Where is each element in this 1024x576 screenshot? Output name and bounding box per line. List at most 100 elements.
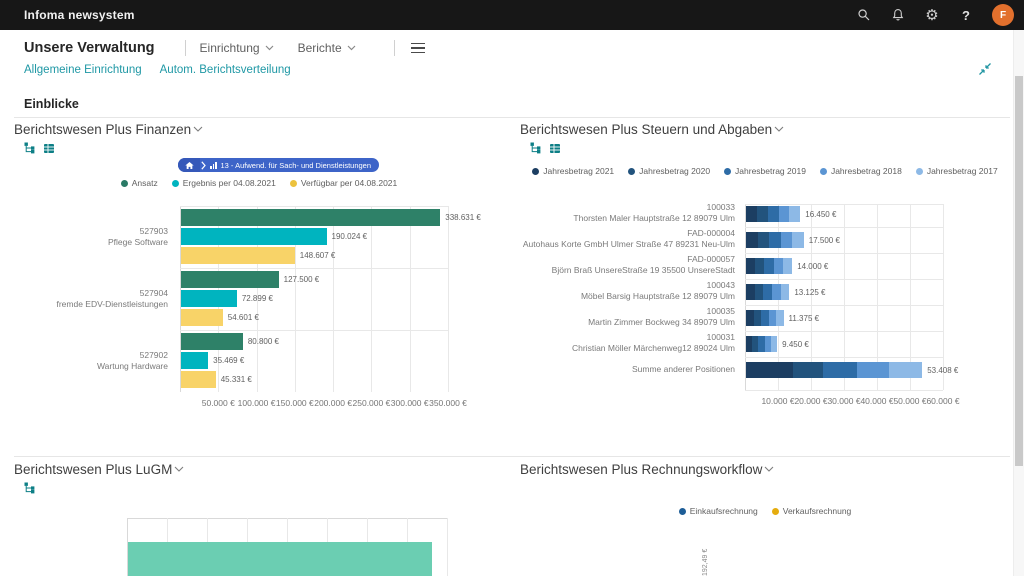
panel-title-finanzen[interactable]: Berichtswesen Plus Finanzen: [14, 122, 504, 137]
bar-segment[interactable]: [772, 284, 781, 300]
bar-segment[interactable]: [769, 232, 781, 248]
app-window: Infoma newsystem ⚙ ? F Unsere Verwaltung…: [0, 0, 1024, 576]
x-tick-label: 100.000 €: [238, 398, 276, 408]
bar-segment[interactable]: [776, 310, 784, 326]
app-title: Infoma newsystem: [24, 8, 135, 22]
bar-segment[interactable]: [789, 206, 800, 222]
bar-segment[interactable]: [823, 362, 857, 378]
chevron-down-icon: [265, 45, 274, 51]
bar[interactable]: [181, 371, 216, 388]
link-autom-berichtsverteilung[interactable]: Autom. Berichtsverteilung: [160, 64, 291, 76]
bar-segment[interactable]: [754, 310, 762, 326]
bar-segment[interactable]: [746, 258, 755, 274]
row-separator: [745, 331, 943, 332]
legend-item[interactable]: Jahresbetrag 2020: [628, 166, 710, 176]
stacked-bar[interactable]: [746, 310, 784, 326]
panel-title-steuern[interactable]: Berichtswesen Plus Steuern und Abgaben: [520, 122, 1010, 137]
bar[interactable]: [181, 247, 295, 264]
legend-item[interactable]: Verfügbar per 04.08.2021: [290, 178, 397, 188]
bar[interactable]: [181, 309, 223, 326]
bar-segment[interactable]: [771, 336, 777, 352]
legend-item[interactable]: Ansatz: [121, 178, 158, 188]
value-label: 338.631 €: [445, 213, 481, 222]
help-icon[interactable]: ?: [958, 7, 974, 23]
stacked-bar[interactable]: [746, 362, 922, 378]
legend-dot: [290, 180, 297, 187]
panel-title-rechnungsworkflow[interactable]: Berichtswesen Plus Rechnungsworkflow: [520, 462, 1010, 477]
bar-segment[interactable]: [746, 232, 758, 248]
plot-top-line: [180, 206, 448, 207]
hierarchy-icon[interactable]: [24, 142, 36, 154]
settings-gear-icon[interactable]: ⚙: [924, 7, 940, 23]
bar[interactable]: [181, 271, 279, 288]
bar-segment[interactable]: [757, 206, 768, 222]
gridline: [371, 206, 372, 392]
nav-root-title[interactable]: Unsere Verwaltung: [24, 40, 155, 56]
bar-segment[interactable]: [763, 284, 772, 300]
bar[interactable]: [181, 333, 243, 350]
bar[interactable]: [128, 542, 432, 576]
legend-dot: [532, 168, 539, 175]
bar-segment[interactable]: [857, 362, 890, 378]
bar[interactable]: [181, 228, 327, 245]
bar[interactable]: [181, 209, 440, 226]
vertical-scrollbar[interactable]: [1013, 30, 1024, 576]
topbar: Infoma newsystem ⚙ ? F: [0, 0, 1024, 30]
bar-segment[interactable]: [781, 284, 790, 300]
home-icon[interactable]: [178, 158, 200, 172]
report-table-icon[interactable]: [43, 142, 55, 154]
bar-segment[interactable]: [755, 284, 764, 300]
notifications-icon[interactable]: [890, 7, 906, 23]
bar-segment[interactable]: [746, 284, 755, 300]
scrollbar-thumb[interactable]: [1015, 76, 1023, 466]
link-allgemeine-einrichtung[interactable]: Allgemeine Einrichtung: [24, 64, 142, 76]
bar-segment[interactable]: [769, 310, 777, 326]
bar[interactable]: [181, 290, 237, 307]
legend-label: Verfügbar per 04.08.2021: [301, 178, 397, 188]
category-label: 527903Pflege Software: [14, 206, 168, 268]
hierarchy-icon[interactable]: [530, 142, 542, 154]
value-label: 190.024 €: [332, 232, 368, 241]
bar-segment[interactable]: [793, 362, 823, 378]
bar-segment[interactable]: [764, 258, 773, 274]
legend-item[interactable]: Jahresbetrag 2017: [916, 166, 998, 176]
category-label: 100043Möbel Barsig Hauptstraße 12 89079 …: [520, 278, 735, 304]
legend-item[interactable]: Jahresbetrag 2021: [532, 166, 614, 176]
chart-breadcrumb[interactable]: 13 - Aufwend. für Sach- und Dienstleistu…: [178, 158, 379, 172]
panel-title-lugm[interactable]: Berichtswesen Plus LuGM: [14, 462, 504, 477]
stacked-bar[interactable]: [746, 336, 777, 352]
legend-item[interactable]: Ergebnis per 04.08.2021: [172, 178, 276, 188]
bar-segment[interactable]: [755, 258, 764, 274]
stacked-bar[interactable]: [746, 284, 789, 300]
legend-item[interactable]: Verkaufsrechnung: [772, 506, 852, 516]
stacked-bar[interactable]: [746, 232, 804, 248]
bar-segment[interactable]: [758, 232, 770, 248]
report-table-icon[interactable]: [549, 142, 561, 154]
bar-segment[interactable]: [889, 362, 922, 378]
collapse-arrows-icon[interactable]: [978, 62, 992, 81]
bar-segment[interactable]: [746, 310, 754, 326]
search-icon[interactable]: [856, 7, 872, 23]
stacked-bar[interactable]: [746, 258, 792, 274]
total-label: 17.500 €: [809, 236, 840, 245]
bar-segment[interactable]: [746, 206, 757, 222]
bar-segment[interactable]: [783, 258, 792, 274]
legend-item[interactable]: Jahresbetrag 2019: [724, 166, 806, 176]
user-avatar[interactable]: F: [992, 4, 1014, 26]
more-menu-icon[interactable]: [411, 43, 425, 54]
stacked-bar[interactable]: [746, 206, 800, 222]
bar-segment[interactable]: [768, 206, 779, 222]
legend-item[interactable]: Jahresbetrag 2018: [820, 166, 902, 176]
hierarchy-icon[interactable]: [24, 482, 36, 494]
bar-segment[interactable]: [746, 362, 793, 378]
nav-menu-berichte[interactable]: Berichte: [298, 41, 356, 55]
bar-segment[interactable]: [761, 310, 769, 326]
bar-segment[interactable]: [792, 232, 804, 248]
bar-segment[interactable]: [774, 258, 783, 274]
nav-menu-einrichtung[interactable]: Einrichtung: [200, 41, 274, 55]
bar-segment[interactable]: [779, 206, 790, 222]
legend-item[interactable]: Einkaufsrechnung: [679, 506, 758, 516]
bar[interactable]: [181, 352, 208, 369]
total-label: 9.450 €: [782, 340, 809, 349]
bar-segment[interactable]: [781, 232, 793, 248]
